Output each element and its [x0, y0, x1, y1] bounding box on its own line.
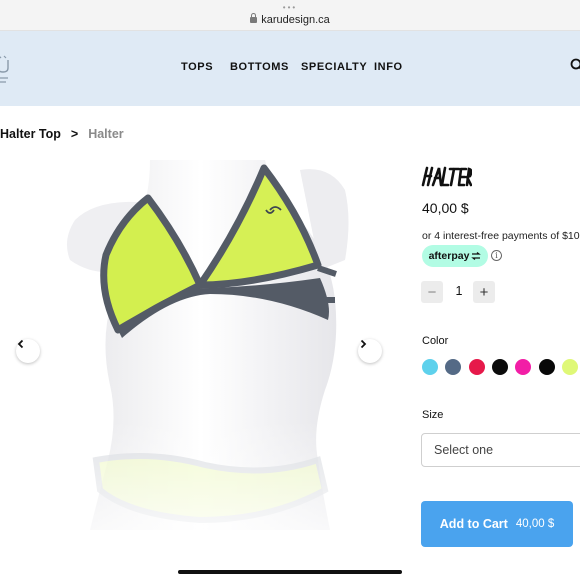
color-label: Color	[422, 335, 449, 347]
lock-icon	[250, 13, 258, 23]
color-swatch[interactable]	[538, 359, 555, 375]
product-price: 40,00 $	[422, 200, 469, 216]
afterpay-badge-label: afterpay	[428, 250, 470, 262]
browser-url-bar[interactable]: ••• karudesign.ca	[0, 0, 580, 31]
quantity-value[interactable]: 1	[449, 284, 469, 298]
afterpay-badge[interactable]: afterpay	[422, 245, 488, 267]
nav-info[interactable]: INFO	[374, 61, 403, 73]
url-display[interactable]: karudesign.ca	[0, 13, 580, 27]
nav-specialty[interactable]: SPECIALTY	[301, 61, 367, 73]
brand-logo[interactable]	[0, 52, 18, 88]
nav-bottoms[interactable]: BOTTOMS	[230, 61, 289, 73]
color-swatch[interactable]	[561, 359, 578, 375]
product-image	[0, 160, 395, 530]
color-swatch[interactable]	[491, 359, 508, 375]
url-text: karudesign.ca	[261, 14, 330, 26]
product-image-gallery[interactable]	[0, 160, 395, 530]
color-swatch[interactable]	[468, 359, 485, 375]
add-to-cart-price: 40,00 $	[515, 518, 555, 530]
color-swatch[interactable]	[422, 359, 438, 375]
color-swatch[interactable]	[515, 359, 532, 375]
add-to-cart-label: Add to Cart	[439, 517, 508, 531]
breadcrumb-current: Halter	[88, 127, 124, 141]
breadcrumb: Halter Top > Halter	[0, 127, 124, 141]
chevron-right-icon	[360, 339, 367, 349]
size-label: Size	[422, 409, 444, 421]
more-dots-icon[interactable]: •••	[0, 4, 580, 12]
afterpay-message: or 4 interest-free payments of $10	[422, 230, 580, 242]
nav-tops[interactable]: TOPS	[181, 61, 213, 73]
gallery-prev-button[interactable]	[16, 339, 40, 363]
quantity-decrease-button[interactable]: −	[421, 281, 443, 303]
search-icon[interactable]	[570, 58, 580, 72]
size-select[interactable]: Select one	[421, 433, 580, 467]
chevron-left-icon	[17, 339, 24, 349]
add-to-cart-button[interactable]: Add to Cart 40,00 $	[421, 501, 573, 547]
product-title-logo	[421, 166, 472, 187]
afterpay-arrows-icon	[471, 252, 482, 260]
breadcrumb-separator: >	[70, 127, 79, 141]
info-icon[interactable]: i	[491, 250, 502, 261]
quantity-increase-button[interactable]: +	[473, 281, 495, 303]
color-swatch[interactable]	[445, 359, 462, 375]
site-header: TOPS BOTTOMS SPECIALTY INFO	[0, 31, 580, 106]
breadcrumb-parent-link[interactable]: Halter Top	[0, 127, 61, 141]
gallery-next-button[interactable]	[358, 339, 382, 363]
home-indicator	[178, 570, 402, 574]
